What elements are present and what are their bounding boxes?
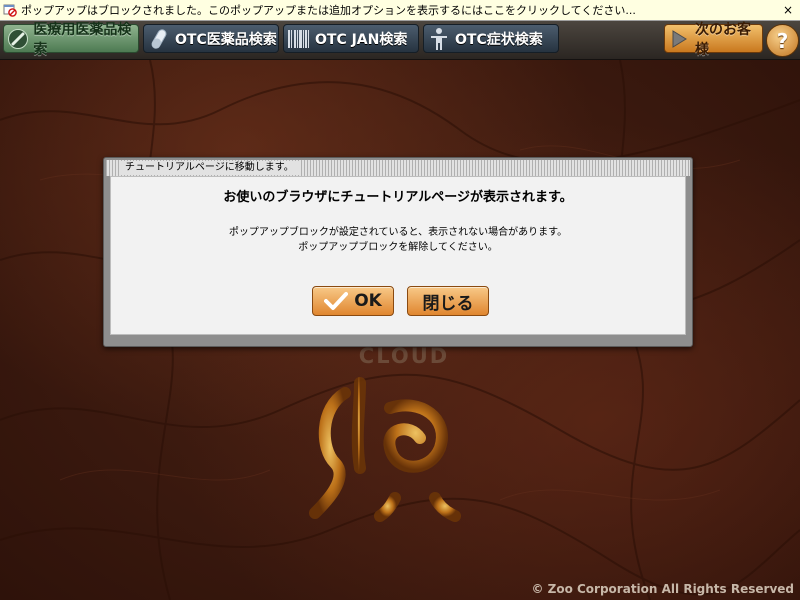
next-customer-button[interactable]: 次のお客様 <box>664 22 763 58</box>
cloud-logo: CLOUD <box>300 338 470 528</box>
dialog-message-line2: ポップアップブロックを解除してください。 <box>298 242 498 253</box>
otc-jan-search-label: OTC JAN検索 <box>315 31 408 48</box>
otc-symptom-search-label: OTC症状検索 <box>455 31 543 48</box>
copyright-text: © Zoo Corporation All Rights Reserved <box>531 582 794 596</box>
person-icon <box>427 27 451 51</box>
capsule-icon <box>147 27 171 51</box>
dialog-title: チュートリアルページに移動します。 <box>120 161 299 175</box>
tutorial-dialog: チュートリアルページに移動します。 お使いのブラウザにチュートリアルページが表示… <box>103 157 693 347</box>
pill-slash-icon <box>7 27 29 51</box>
logo-cloud-text: CLOUD <box>358 344 450 368</box>
otc-drug-search-label: OTC医薬品検索 <box>175 31 277 48</box>
ok-button-label: OK <box>354 291 382 311</box>
dialog-title-bar[interactable]: チュートリアルページに移動します。 <box>106 160 690 176</box>
help-button[interactable]: ? <box>766 24 799 57</box>
dialog-heading: お使いのブラウザにチュートリアルページが表示されます。 <box>223 190 573 205</box>
dialog-message-line1: ポップアップブロックが設定されていると、表示されない場合があります。 <box>228 227 568 238</box>
next-customer-label: 次のお客様 <box>694 21 751 58</box>
otc-jan-search-button[interactable]: OTC JAN検索 <box>283 24 419 53</box>
dialog-body: お使いのブラウザにチュートリアルページが表示されます。 ポップアップブロックが設… <box>110 176 686 335</box>
infobar-close-button[interactable]: × <box>780 3 796 17</box>
otc-drug-search-button[interactable]: OTC医薬品検索 <box>143 24 279 53</box>
barcode-icon <box>287 27 311 51</box>
play-arrow-icon <box>668 27 691 51</box>
infobar-message[interactable]: ポップアップはブロックされました。このポップアップまたは追加オプションを表示する… <box>21 2 780 18</box>
popup-blocked-icon <box>3 3 17 17</box>
close-dialog-button[interactable]: 閉じる <box>407 286 489 316</box>
otc-symptom-search-button[interactable]: OTC症状検索 <box>423 24 559 53</box>
rx-drug-search-label: 医療用医薬品検索 <box>33 21 132 58</box>
rx-drug-search-button[interactable]: 医療用医薬品検索 <box>3 22 139 58</box>
close-dialog-label: 閉じる <box>422 293 474 314</box>
ok-button[interactable]: OK <box>312 286 394 316</box>
checkmark-icon <box>324 291 349 311</box>
top-toolbar: 医療用医薬品検索 OTC医薬品検索 OTC JAN検索 OTC症状検索 次のお客… <box>0 21 800 60</box>
